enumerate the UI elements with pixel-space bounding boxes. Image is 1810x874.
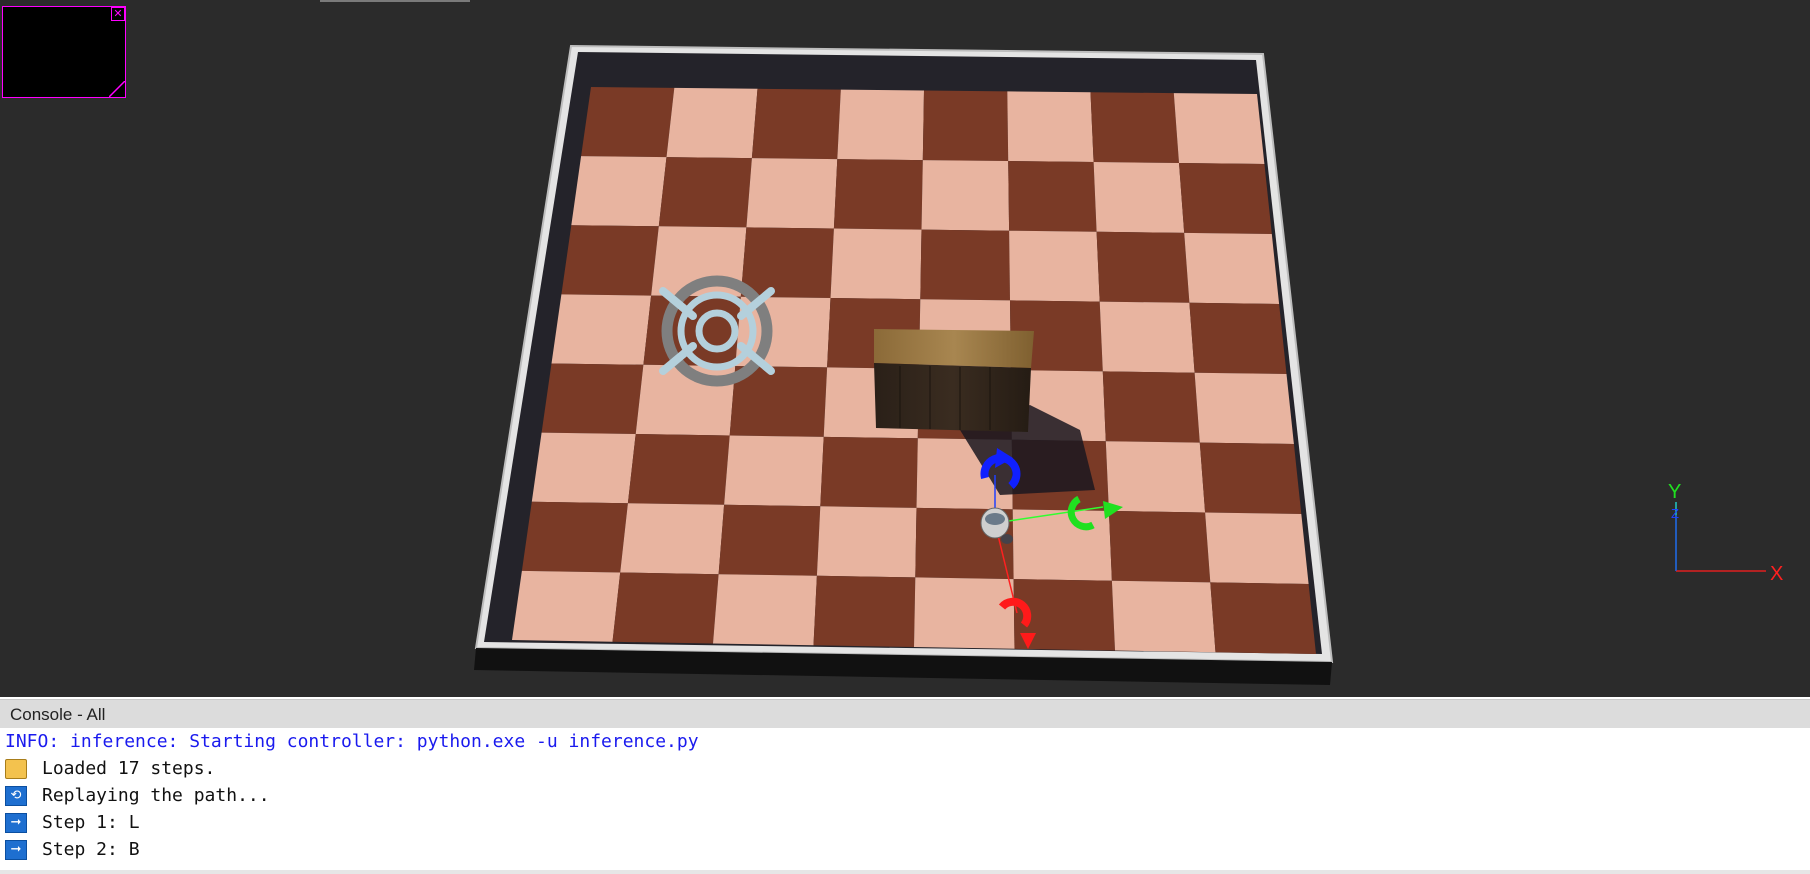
board-tile [1189, 302, 1287, 374]
board-tile [820, 436, 918, 508]
3d-viewport[interactable]: Y Z X ✕ [0, 0, 1810, 697]
board-tile [1210, 582, 1316, 654]
board-tile [521, 501, 628, 573]
board-tile [813, 575, 916, 647]
console-line-text: Loaded 17 steps. [42, 758, 216, 779]
board-tile [837, 89, 924, 161]
board-tile [551, 294, 652, 365]
board-tile [1009, 230, 1100, 302]
repeat-icon: ⟲ [5, 786, 27, 806]
board-tile [1108, 510, 1211, 583]
close-icon[interactable]: ✕ [111, 7, 125, 21]
resize-handle-icon[interactable] [109, 81, 125, 97]
console-line-text: Step 2: B [42, 839, 140, 860]
board-tile [1090, 92, 1179, 163]
arrow-right-icon: ➞ [5, 840, 27, 860]
board-tile [922, 90, 1009, 161]
board-tile [531, 432, 636, 504]
board-tile [620, 503, 725, 575]
camera-overlay[interactable]: ✕ [2, 6, 126, 98]
board-tile [581, 87, 675, 158]
board-tile [1111, 580, 1216, 653]
board-tile [612, 572, 719, 644]
board-tile [724, 435, 824, 507]
board-tile [1173, 93, 1265, 164]
board-tile [1093, 162, 1185, 233]
board-tile [920, 229, 1010, 301]
arrow-right-icon: ➞ [5, 813, 27, 833]
board-tile [914, 577, 1015, 649]
board-tile [666, 87, 758, 159]
board-tile [1008, 161, 1097, 232]
console-log[interactable]: INFO: inference: Starting controller: py… [0, 728, 1810, 870]
board-tile [658, 157, 752, 228]
board-tile [1102, 371, 1200, 443]
board-tile [1105, 441, 1206, 513]
console-line: ➞ Step 2: B [5, 837, 140, 863]
axis-y-label: Y [1668, 481, 1681, 503]
console-line: ➞ Step 1: L [5, 810, 140, 836]
scene-render: Y Z X [474, 44, 1783, 685]
board-tile [512, 570, 621, 642]
console-header: Console - All [0, 699, 1810, 728]
board-tile [1194, 372, 1294, 444]
console-line-text: Step 1: L [42, 812, 140, 833]
board-tile [1099, 301, 1195, 373]
console-line-text: Replaying the path... [42, 785, 270, 806]
board-tile [816, 506, 917, 578]
board-tile [718, 504, 821, 576]
board-tile [1012, 509, 1112, 581]
box-obstacle [874, 329, 1034, 432]
board-tile [1096, 231, 1190, 303]
board-tile [1199, 442, 1302, 514]
console-line: INFO: inference: Starting controller: py… [5, 729, 699, 755]
axis-z-label: Z [1671, 506, 1679, 521]
console-line-text: INFO: inference: Starting controller: py… [5, 731, 699, 752]
status-strip [0, 870, 1810, 874]
board-tile [1205, 512, 1309, 584]
console-line: ⟲ Replaying the path... [5, 783, 270, 809]
board-tile [746, 158, 838, 229]
board-tile [740, 227, 834, 298]
board-tile [627, 434, 730, 505]
board-tile [921, 160, 1010, 231]
board-tile [1179, 163, 1272, 234]
board-tile [833, 159, 923, 230]
board-tile [1184, 232, 1280, 304]
board-tile [1007, 91, 1094, 162]
console-title: Console - All [10, 705, 106, 724]
folder-icon [5, 759, 27, 779]
console-line: Loaded 17 steps. [5, 756, 215, 782]
board-tile [713, 574, 817, 646]
axis-indicator [1675, 502, 1766, 572]
board-tile [830, 228, 922, 300]
board-tile [751, 88, 841, 160]
board-tile [571, 156, 667, 227]
board-tile [541, 363, 644, 434]
axis-x-label: X [1770, 563, 1783, 585]
board-tile [561, 225, 659, 296]
